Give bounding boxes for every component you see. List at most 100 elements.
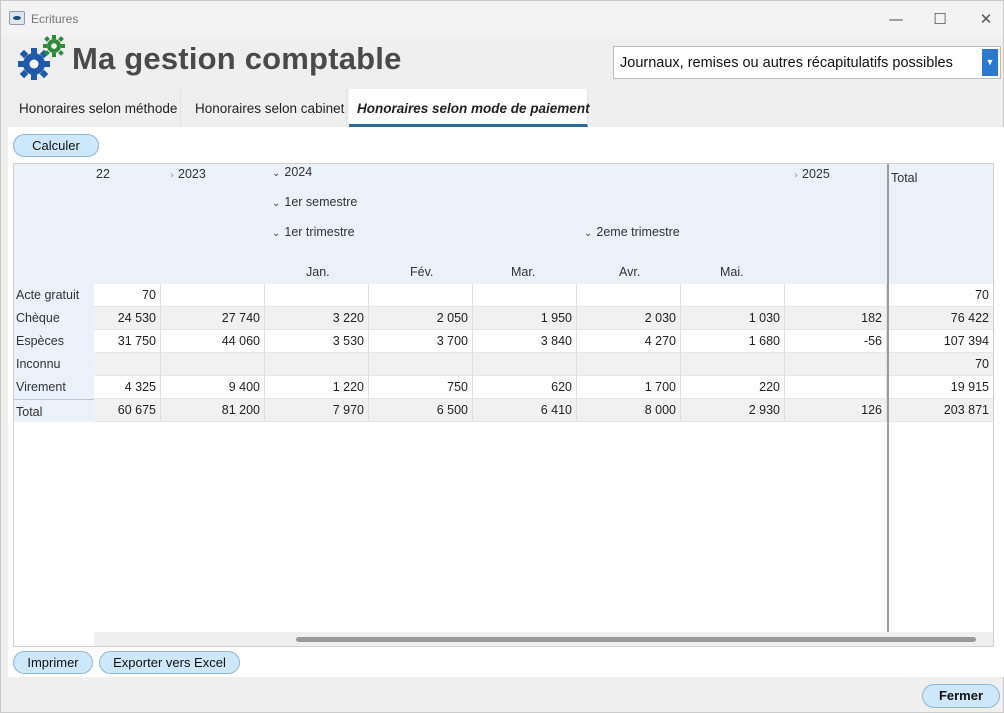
column-header-area: [14, 164, 888, 284]
row-total-cell[interactable]: 203 871: [889, 399, 993, 422]
table-cell[interactable]: [681, 353, 785, 376]
table-cell[interactable]: [785, 376, 887, 399]
table-cell[interactable]: [785, 353, 887, 376]
window-title: Ecritures: [31, 12, 79, 26]
table-cell[interactable]: [265, 353, 369, 376]
close-button[interactable]: Fermer: [922, 684, 1000, 708]
month-header-jan: Jan.: [306, 265, 330, 279]
row-total-cell[interactable]: 70: [889, 284, 993, 307]
table-cell[interactable]: [785, 284, 887, 307]
calculate-button[interactable]: Calculer: [13, 134, 99, 157]
quarter-header-1[interactable]: ⌄ 1er trimestre: [272, 225, 355, 239]
row-total-cell[interactable]: 76 422: [889, 307, 993, 330]
report-type-value: Journaux, remises ou autres récapitulati…: [620, 55, 953, 71]
table-cell[interactable]: 6 500: [369, 399, 473, 422]
year-header-2023[interactable]: › 2023: [170, 167, 206, 181]
table-cell[interactable]: 9 400: [161, 376, 265, 399]
export-excel-button[interactable]: Exporter vers Excel: [99, 651, 240, 674]
scrollbar-thumb[interactable]: [296, 637, 976, 642]
table-cell[interactable]: 3 220: [265, 307, 369, 330]
table-cell[interactable]: 1 030: [681, 307, 785, 330]
chevron-right-icon: ›: [794, 170, 798, 181]
table-cell[interactable]: 2 030: [577, 307, 681, 330]
table-cell[interactable]: 3 530: [265, 330, 369, 353]
table-cell[interactable]: [681, 284, 785, 307]
row-header-area: [14, 284, 94, 422]
tab-honoraires-mode-paiement[interactable]: Honoraires selon mode de paiement: [349, 89, 590, 127]
print-button[interactable]: Imprimer: [13, 651, 93, 674]
dropdown-arrow-icon[interactable]: ▼: [982, 49, 998, 76]
table-cell[interactable]: 1 950: [473, 307, 577, 330]
table-cell[interactable]: [577, 284, 681, 307]
report-type-select[interactable]: Journaux, remises ou autres récapitulati…: [613, 46, 1001, 79]
table-cell[interactable]: 3 840: [473, 330, 577, 353]
row-total-cell[interactable]: 19 915: [889, 376, 993, 399]
row-total-cell[interactable]: 70: [889, 353, 993, 376]
table-cell[interactable]: 750: [369, 376, 473, 399]
minimize-icon[interactable]: —: [881, 7, 911, 31]
total-row-separator: [14, 399, 94, 400]
table-cell[interactable]: 44 060: [161, 330, 265, 353]
quarter-header-2[interactable]: ⌄ 2eme trimestre: [584, 225, 680, 239]
chevron-down-icon: ⌄: [272, 228, 281, 239]
table-cell[interactable]: [161, 353, 265, 376]
table-cell[interactable]: 24 530: [94, 307, 161, 330]
table-cell[interactable]: 2 930: [681, 399, 785, 422]
semester-header[interactable]: ⌄ 1er semestre: [272, 195, 357, 209]
total-column-divider: [887, 164, 889, 632]
table-cell[interactable]: 126: [785, 399, 887, 422]
table-cell[interactable]: [369, 353, 473, 376]
tab-honoraires-methode[interactable]: Honoraires selon méthode: [9, 89, 181, 127]
app-icon: [9, 11, 25, 25]
table-cell[interactable]: [577, 353, 681, 376]
close-icon[interactable]: ✕: [971, 7, 1001, 31]
table-cell[interactable]: 60 675: [94, 399, 161, 422]
table-cell[interactable]: [369, 284, 473, 307]
table-cell[interactable]: [265, 284, 369, 307]
table-cell[interactable]: [161, 284, 265, 307]
table-cell[interactable]: 6 410: [473, 399, 577, 422]
row-label: Espèces: [16, 334, 64, 348]
table-cell[interactable]: 4 270: [577, 330, 681, 353]
table-cell[interactable]: 1 220: [265, 376, 369, 399]
table-cell[interactable]: 620: [473, 376, 577, 399]
horizontal-scrollbar[interactable]: [94, 632, 993, 646]
table-cell[interactable]: 81 200: [161, 399, 265, 422]
row-total-cell[interactable]: 107 394: [889, 330, 993, 353]
table-cell[interactable]: 27 740: [161, 307, 265, 330]
month-header-avr: Avr.: [619, 265, 641, 279]
application-window: Ecritures — ☐ ✕ Ma gestion comptable Jou…: [0, 0, 1004, 713]
pivot-grid[interactable]: 22 › 2023 ⌄ 2024 › 2025 Total ⌄ 1er semestre…: [13, 163, 994, 647]
table-cell[interactable]: 182: [785, 307, 887, 330]
table-cell[interactable]: 220: [681, 376, 785, 399]
chevron-right-icon: ›: [170, 170, 174, 181]
chevron-down-icon: ⌄: [272, 168, 281, 179]
row-label: Chèque: [16, 311, 60, 325]
year-header-22[interactable]: 22: [92, 167, 110, 181]
row-label: Acte gratuit: [16, 288, 80, 302]
table-cell[interactable]: 3 700: [369, 330, 473, 353]
month-header-fev: Fév.: [410, 265, 434, 279]
table-cell[interactable]: 1 680: [681, 330, 785, 353]
tab-honoraires-cabinet[interactable]: Honoraires selon cabinet: [183, 89, 347, 127]
maximize-icon[interactable]: ☐: [925, 7, 955, 31]
table-cell[interactable]: 8 000: [577, 399, 681, 422]
table-cell[interactable]: 4 325: [94, 376, 161, 399]
chevron-down-icon: ⌄: [272, 198, 281, 209]
table-cell[interactable]: -56: [785, 330, 887, 353]
table-cell[interactable]: [94, 353, 161, 376]
year-header-2024[interactable]: ⌄ 2024: [272, 165, 312, 179]
month-header-mai: Mai.: [720, 265, 744, 279]
gears-logo-icon: [18, 35, 65, 80]
table-cell[interactable]: 31 750: [94, 330, 161, 353]
table-cell[interactable]: [473, 353, 577, 376]
table-cell[interactable]: [473, 284, 577, 307]
year-header-2025[interactable]: › 2025: [794, 167, 830, 181]
table-cell[interactable]: 7 970: [265, 399, 369, 422]
table-cell[interactable]: 2 050: [369, 307, 473, 330]
table-cell[interactable]: 1 700: [577, 376, 681, 399]
row-label: Total: [16, 405, 43, 419]
table-cell[interactable]: 70: [94, 284, 161, 307]
title-bar[interactable]: Ecritures — ☐ ✕: [1, 1, 1003, 37]
app-title: Ma gestion comptable: [72, 41, 402, 76]
